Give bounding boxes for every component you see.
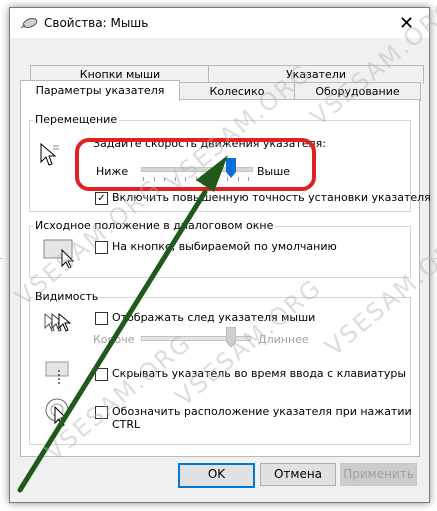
- annotation-arrow: [17, 155, 228, 493]
